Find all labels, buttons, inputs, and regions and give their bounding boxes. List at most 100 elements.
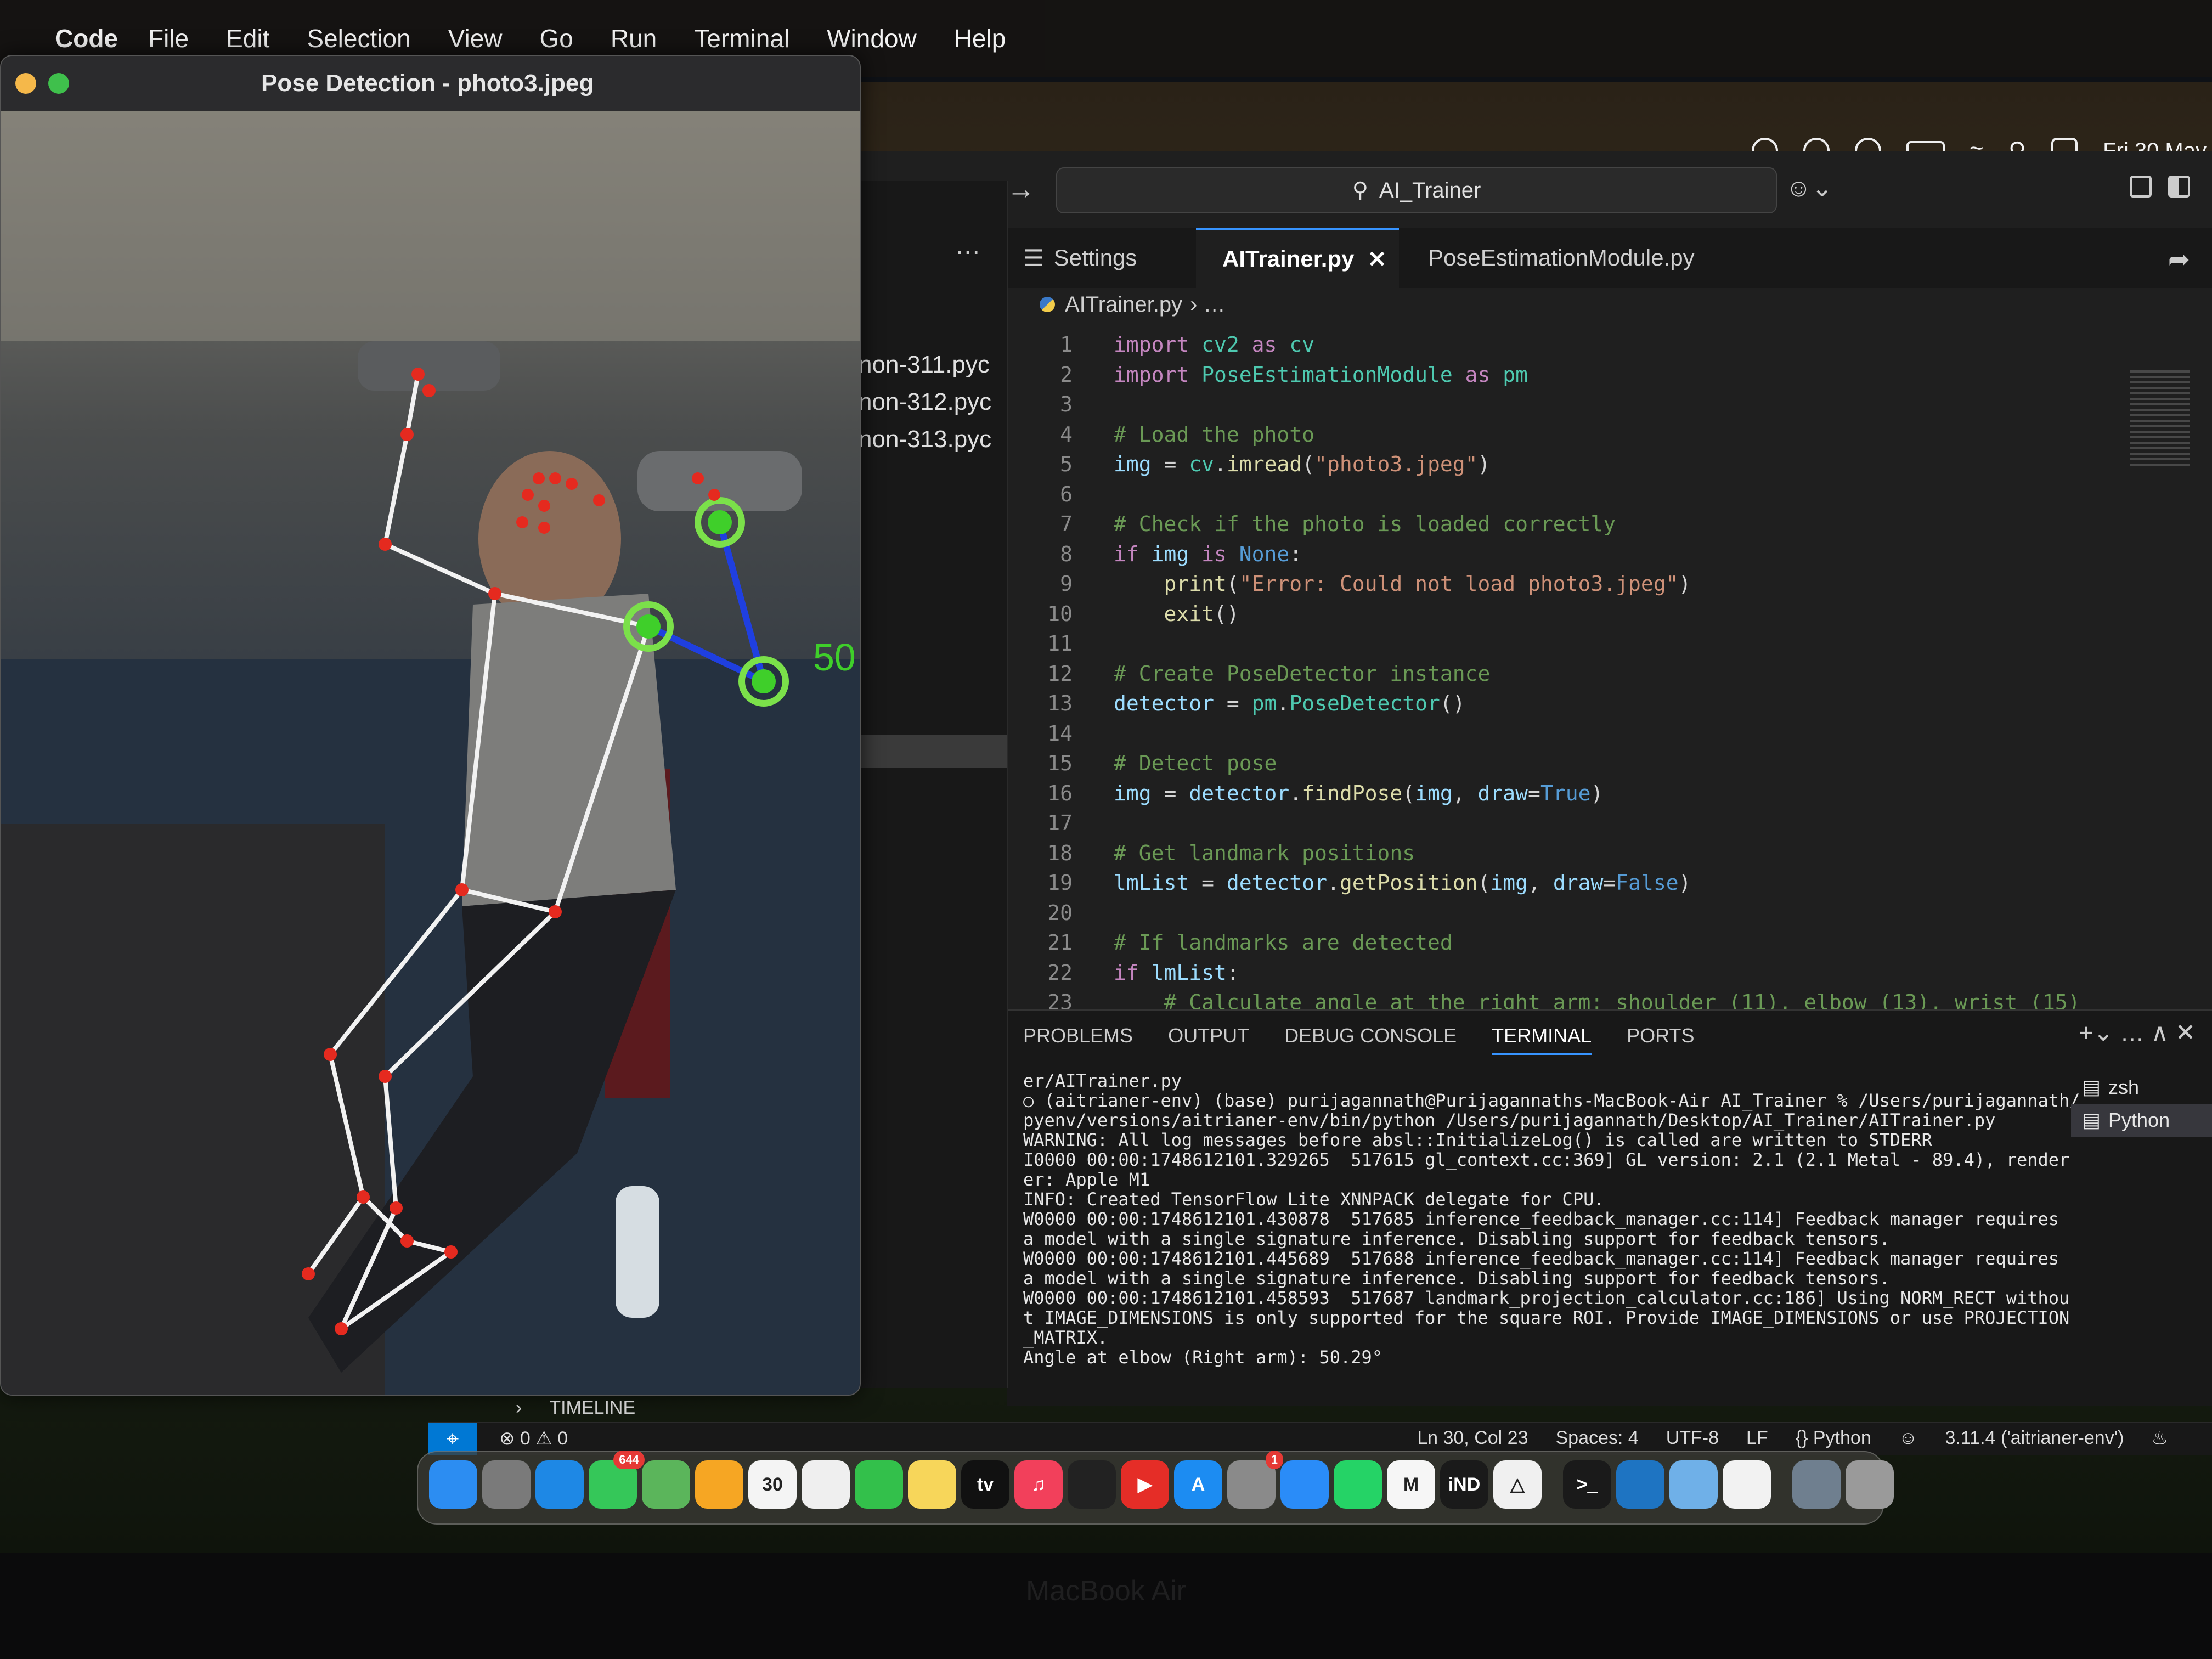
line-number[interactable]: 4: [1007, 422, 1073, 447]
menu-app-name[interactable]: Code: [55, 24, 118, 53]
code-line[interactable]: 5 img = cv. imread("photo3.jpeg"): [1007, 449, 1490, 479]
folder-icon[interactable]: [1792, 1460, 1841, 1509]
code-line[interactable]: 21 # If landmarks are detected: [1007, 927, 1452, 958]
python-interpreter[interactable]: 3.11.4 ('aitrianer-env'): [1945, 1427, 2124, 1449]
breadcrumb-rest[interactable]: › …: [1190, 292, 1225, 317]
messages-icon[interactable]: 644: [589, 1451, 645, 1509]
tab-problems[interactable]: PROBLEMS: [1023, 1024, 1133, 1055]
menu-view[interactable]: View: [448, 24, 503, 53]
explorer-file[interactable]: non-311.pyc: [859, 351, 990, 379]
pose-detection-window[interactable]: Pose Detection - photo3.jpeg 50: [0, 55, 861, 1396]
code-line[interactable]: 14: [1007, 718, 1114, 749]
tab-output[interactable]: OUTPUT: [1168, 1024, 1249, 1055]
line-number[interactable]: 6: [1007, 482, 1073, 506]
whatsapp-icon[interactable]: [1334, 1460, 1382, 1509]
bell-icon[interactable]: ♨: [2152, 1427, 2168, 1449]
line-number[interactable]: 22: [1007, 961, 1073, 985]
menu-file[interactable]: File: [148, 24, 189, 53]
breadcrumb-file[interactable]: AITrainer.py: [1065, 292, 1182, 317]
pose-window-titlebar[interactable]: Pose Detection - photo3.jpeg: [1, 56, 860, 111]
code-line[interactable]: 1 import cv2 as cv: [1007, 329, 1314, 360]
code-line[interactable]: 3: [1007, 389, 1114, 420]
toggle-sidebar-icon[interactable]: [2168, 176, 2190, 198]
messenger-icon[interactable]: [1280, 1460, 1329, 1509]
code-line[interactable]: 16 img = detector. findPose(img, draw = True…: [1007, 778, 1603, 809]
settings-icon[interactable]: 1: [1227, 1451, 1283, 1509]
arc-icon[interactable]: △: [1493, 1460, 1542, 1509]
menu-selection[interactable]: Selection: [307, 24, 410, 53]
appstore-icon[interactable]: A: [1174, 1460, 1222, 1509]
code-line[interactable]: 11: [1007, 628, 1114, 659]
code-line[interactable]: 13 detector = pm. PoseDetector(): [1007, 688, 1465, 719]
layout-icon[interactable]: [2130, 176, 2152, 198]
code-line[interactable]: 22 if lmList:: [1007, 957, 1239, 988]
explorer-file[interactable]: non-313.pyc: [859, 426, 991, 453]
code-line[interactable]: 23 # Calculate angle at the right arm: s…: [1007, 987, 2080, 1009]
line-number[interactable]: 17: [1007, 811, 1073, 835]
line-number[interactable]: 1: [1007, 332, 1073, 357]
code-line[interactable]: 15 # Detect pose: [1007, 748, 1277, 778]
appletv-icon[interactable]: tv: [961, 1460, 1009, 1509]
line-number[interactable]: 21: [1007, 930, 1073, 955]
code-line[interactable]: 20: [1007, 898, 1114, 928]
maximize-icon[interactable]: [48, 73, 69, 94]
code-editor[interactable]: AITrainer.py › … 1 import cv2 as cv 2 impor…: [1007, 288, 2212, 1009]
gmail-icon[interactable]: M: [1387, 1460, 1435, 1509]
code-line[interactable]: 18 # Get landmark positions: [1007, 838, 1415, 868]
cursor-icon[interactable]: ➦: [2168, 244, 2190, 275]
reminders-icon[interactable]: [802, 1460, 850, 1509]
maps-icon[interactable]: [642, 1460, 690, 1509]
photos-icon[interactable]: [695, 1460, 743, 1509]
terminal-item-python[interactable]: ▤ Python: [2071, 1104, 2212, 1137]
launchpad-icon[interactable]: [482, 1460, 531, 1509]
menu-run[interactable]: Run: [611, 24, 657, 53]
code-line[interactable]: 19 lmList = detector. getPosition(img, dra…: [1007, 867, 1691, 898]
line-number[interactable]: 18: [1007, 841, 1073, 865]
line-number[interactable]: 11: [1007, 631, 1073, 656]
line-number[interactable]: 7: [1007, 512, 1073, 536]
code-line[interactable]: 12 # Create PoseDetector instance: [1007, 658, 1490, 689]
menu-go[interactable]: Go: [540, 24, 573, 53]
remote-icon[interactable]: ⌖: [428, 1423, 477, 1455]
menu-window[interactable]: Window: [827, 24, 917, 53]
copilot-status-icon[interactable]: ☺: [1899, 1427, 1918, 1449]
problems-count[interactable]: ⊗ 0 ⚠ 0: [499, 1427, 568, 1449]
indesign-icon[interactable]: iND: [1440, 1460, 1488, 1509]
timeline-section[interactable]: › TIMELINE: [516, 1393, 2212, 1422]
forward-arrow-icon[interactable]: →: [1007, 173, 1035, 206]
code-line[interactable]: 4 # Load the photo: [1007, 419, 1314, 450]
tab-terminal[interactable]: TERMINAL: [1492, 1024, 1592, 1055]
minimap[interactable]: [2130, 370, 2190, 469]
line-number[interactable]: 14: [1007, 721, 1073, 746]
notes-icon[interactable]: [908, 1460, 956, 1509]
code-line[interactable]: 10 exit(): [1007, 599, 1239, 629]
line-number[interactable]: 12: [1007, 662, 1073, 686]
tab-poseestimationmodule[interactable]: PoseEstimationModule.py: [1402, 228, 1709, 288]
terminal-output[interactable]: er/AITrainer.py ○ (aitrianer-env) (base) …: [1023, 1071, 2091, 1367]
vscode-icon[interactable]: [1616, 1460, 1664, 1509]
line-number[interactable]: 13: [1007, 691, 1073, 715]
line-number[interactable]: 10: [1007, 602, 1073, 626]
tab-ports[interactable]: PORTS: [1627, 1024, 1694, 1055]
explorer-more-icon[interactable]: …: [955, 230, 981, 261]
document-icon[interactable]: [1723, 1460, 1771, 1509]
preview-icon[interactable]: [1669, 1460, 1718, 1509]
code-line[interactable]: 2 import PoseEstimationModule as pm: [1007, 359, 1528, 390]
facetime-icon[interactable]: [855, 1460, 903, 1509]
safari-icon[interactable]: [535, 1460, 584, 1509]
line-number[interactable]: 3: [1007, 392, 1073, 416]
code-line[interactable]: 8 if img is None:: [1007, 539, 1302, 569]
line-number[interactable]: 5: [1007, 452, 1073, 476]
finder-icon[interactable]: [429, 1460, 477, 1509]
command-center[interactable]: ⚲ AI_Trainer: [1056, 167, 1777, 213]
tab-aitrainer[interactable]: AITrainer.py ✕: [1196, 228, 1399, 288]
menu-edit[interactable]: Edit: [226, 24, 269, 53]
minimize-icon[interactable]: [15, 73, 36, 94]
encoding[interactable]: UTF-8: [1666, 1427, 1719, 1449]
line-number[interactable]: 20: [1007, 901, 1073, 925]
menu-terminal[interactable]: Terminal: [694, 24, 789, 53]
language-mode[interactable]: {} Python: [1796, 1427, 1871, 1449]
code-line[interactable]: 6: [1007, 479, 1114, 510]
line-number[interactable]: 9: [1007, 572, 1073, 596]
line-number[interactable]: 16: [1007, 781, 1073, 805]
